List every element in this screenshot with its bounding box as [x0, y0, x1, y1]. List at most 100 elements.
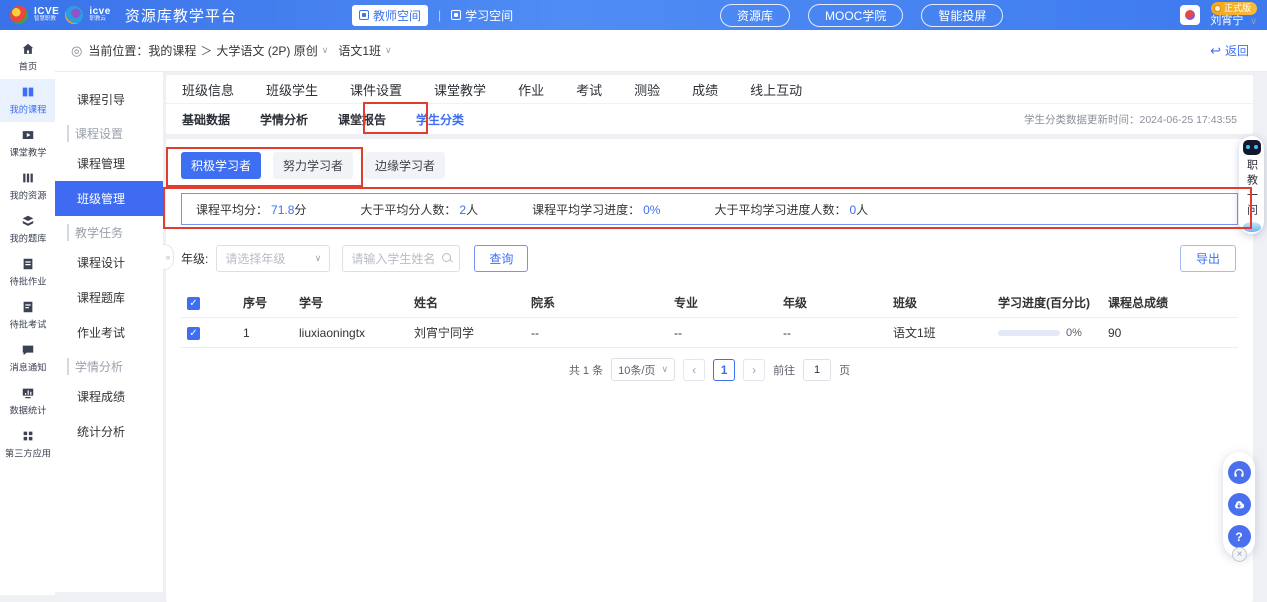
- user-menu[interactable]: 刘宵宁 ∨: [1210, 15, 1257, 28]
- tab-class-students[interactable]: 班级学生: [266, 80, 318, 99]
- back-button[interactable]: ↩ 返回: [1210, 42, 1249, 59]
- rail-item-pending-homework[interactable]: 待批作业: [0, 251, 55, 294]
- chevron-down-icon[interactable]: ∨: [322, 45, 329, 56]
- space-switcher: 教师空间 | 学习空间: [352, 5, 513, 26]
- row-checkbox[interactable]: ✓: [187, 327, 200, 340]
- page-1-button[interactable]: 1: [713, 359, 735, 381]
- filter-marginal-learners[interactable]: 边缘学习者: [365, 152, 445, 179]
- breadcrumb: ◎ 当前位置： 我的课程 ＞ 大学语文 (2P) 原创 ∨ 语文1班 ∨ ↩ 返…: [55, 30, 1267, 72]
- stat-above-average-count: 大于平均分人数：2人: [360, 201, 478, 218]
- col-grade: 年级: [771, 294, 881, 311]
- progress-percent: 0%: [1066, 327, 1082, 339]
- main-content: 班级信息 班级学生 课件设置 课堂教学 作业 考试 测验 成绩 线上互动: [166, 75, 1253, 602]
- col-class: 班级: [881, 294, 986, 311]
- sidebar-item-class-management[interactable]: 班级管理: [55, 181, 163, 216]
- exam-icon: [21, 300, 35, 314]
- sidebar-item-course-management[interactable]: 课程管理: [55, 146, 163, 181]
- stat-above-average-progress-count: 大于平均学习进度人数：0人: [714, 201, 868, 218]
- data-updated-time: 学生分类数据更新时间：2024-06-25 17:43:55: [1024, 112, 1237, 127]
- app-window: ICVE 智慧职教 icve 职教云 资源库教学平台 教师空间 | 学习空间 资…: [0, 0, 1267, 602]
- cell-class: 语文1班: [881, 324, 986, 341]
- video-icon: [21, 128, 35, 142]
- goto-suffix: 页: [839, 362, 850, 378]
- tabs-panel: 班级信息 班级学生 课件设置 课堂教学 作业 考试 测验 成绩 线上互动: [166, 75, 1253, 134]
- collapse-help-menu-button[interactable]: ×: [1232, 547, 1247, 562]
- filter-hardworking-learners[interactable]: 努力学习者: [273, 152, 353, 179]
- top-header: ICVE 智慧职教 icve 职教云 资源库教学平台 教师空间 | 学习空间 资…: [0, 0, 1267, 30]
- rail-item-my-question-bank[interactable]: 我的题库: [0, 208, 55, 251]
- stats-bar: 课程平均分：71.8分 大于平均分人数：2人 课程平均学习进度：0% 大于平均学…: [181, 193, 1238, 225]
- student-space-icon: [451, 10, 461, 20]
- rail-item-third-party-apps[interactable]: 第三方应用: [0, 423, 55, 466]
- breadcrumb-course[interactable]: 大学语文 (2P) 原创: [216, 42, 317, 59]
- smart-cast-button[interactable]: 智能投屏: [921, 4, 1003, 27]
- tab-courseware-settings[interactable]: 课件设置: [350, 80, 402, 99]
- sidebar-item-homework-exam[interactable]: 作业考试: [55, 315, 163, 350]
- library-icon: [21, 171, 35, 185]
- rail-item-home[interactable]: 首页: [0, 36, 55, 79]
- sidebar-item-statistical-analysis[interactable]: 统计分析: [55, 414, 163, 449]
- page-size-select[interactable]: 10条/页 ∨: [611, 358, 675, 381]
- query-button[interactable]: 查询: [474, 245, 528, 272]
- goto-label: 前往: [773, 362, 795, 378]
- sidebar-item-course-question-bank[interactable]: 课程题库: [55, 280, 163, 315]
- message-icon: [21, 343, 35, 357]
- grade-select[interactable]: 请选择年级 ∨: [216, 245, 330, 272]
- resource-library-button[interactable]: 资源库: [720, 4, 790, 27]
- cell-seq: 1: [231, 326, 287, 340]
- rail-item-my-resources[interactable]: 我的资源: [0, 165, 55, 208]
- grade-label: 年级:: [181, 250, 208, 267]
- rail-item-pending-exams[interactable]: 待批考试: [0, 294, 55, 337]
- select-all-checkbox[interactable]: ✓: [187, 297, 200, 310]
- tab-homework[interactable]: 作业: [518, 80, 544, 99]
- prev-page-button[interactable]: ‹: [683, 359, 705, 381]
- next-page-button[interactable]: ›: [743, 359, 765, 381]
- app-shortcut-icon[interactable]: [1180, 5, 1200, 25]
- breadcrumb-my-courses[interactable]: 我的课程: [148, 42, 196, 59]
- col-student-id: 学号: [287, 294, 402, 311]
- subtab-basic-data[interactable]: 基础数据: [182, 111, 230, 128]
- customer-service-button[interactable]: [1228, 461, 1251, 484]
- stats-icon: [21, 386, 35, 400]
- rail-item-classroom-teaching[interactable]: 课堂教学: [0, 122, 55, 165]
- subtab-student-classification[interactable]: 学生分类: [416, 111, 464, 128]
- platform-title: 资源库教学平台: [125, 5, 237, 26]
- rail-item-data-statistics[interactable]: 数据统计: [0, 380, 55, 423]
- cell-grade: --: [771, 326, 881, 340]
- nav-separator: |: [438, 8, 441, 22]
- subtab-class-report[interactable]: 课堂报告: [338, 111, 386, 128]
- rail-item-notifications[interactable]: 消息通知: [0, 337, 55, 380]
- help-button[interactable]: ?: [1228, 525, 1251, 548]
- tab-online-interaction[interactable]: 线上互动: [750, 80, 802, 99]
- sidebar-item-course-grades[interactable]: 课程成绩: [55, 379, 163, 414]
- tab-exam[interactable]: 考试: [576, 80, 602, 99]
- student-space-link[interactable]: 学习空间: [451, 7, 513, 24]
- search-icon[interactable]: [442, 253, 453, 264]
- cloud-download-icon: [1232, 498, 1246, 512]
- sidebar-item-course-design[interactable]: 课程设计: [55, 245, 163, 280]
- student-name-field: [342, 245, 460, 272]
- medal-icon: [1214, 5, 1221, 12]
- homework-icon: [21, 257, 35, 271]
- sidebar-section-course-settings: 课程设置: [67, 125, 163, 142]
- rail-item-my-courses[interactable]: 我的课程: [0, 79, 55, 122]
- goto-page-input[interactable]: [803, 359, 831, 381]
- student-name-input[interactable]: [351, 252, 437, 266]
- chevron-down-icon: ∨: [315, 253, 322, 264]
- zhijiao-assistant-widget[interactable]: 职教一问: [1239, 136, 1264, 234]
- subtab-learning-analysis[interactable]: 学情分析: [260, 111, 308, 128]
- teacher-space-button[interactable]: 教师空间: [352, 5, 428, 26]
- tab-class-info[interactable]: 班级信息: [182, 80, 234, 99]
- tab-quiz[interactable]: 测验: [634, 80, 660, 99]
- breadcrumb-class[interactable]: 语文1班: [338, 42, 381, 59]
- export-button[interactable]: 导出: [1180, 245, 1236, 272]
- chevron-down-icon[interactable]: ∨: [385, 45, 392, 56]
- filter-active-learners[interactable]: 积极学习者: [181, 152, 261, 179]
- robot-icon: [1243, 140, 1261, 155]
- tab-classroom-teaching[interactable]: 课堂教学: [434, 80, 486, 99]
- tab-grades[interactable]: 成绩: [692, 80, 718, 99]
- mooc-college-button[interactable]: MOOC学院: [808, 4, 903, 27]
- sidebar-item-course-guide[interactable]: 课程引导: [55, 82, 163, 117]
- col-progress: 学习进度(百分比): [986, 294, 1096, 311]
- download-button[interactable]: [1228, 493, 1251, 516]
